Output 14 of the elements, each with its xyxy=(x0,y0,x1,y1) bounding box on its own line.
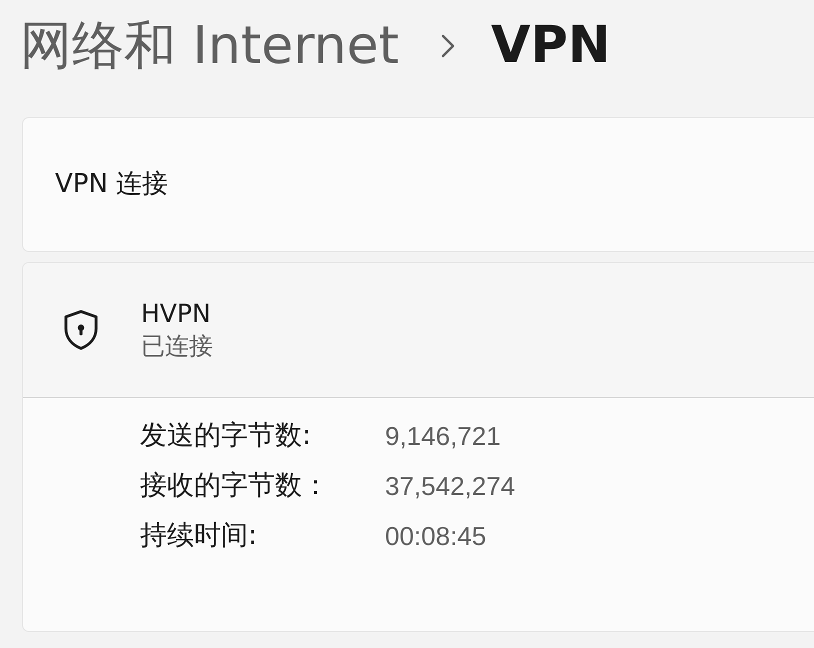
connection-header[interactable]: HVPN 已连接 xyxy=(23,263,814,398)
detail-label: 发送的字节数: xyxy=(140,419,312,453)
connection-status: 已连接 xyxy=(141,331,213,362)
detail-value: 37,542,274 xyxy=(385,470,516,503)
breadcrumb-link[interactable]: 网络和 Internet xyxy=(20,14,400,78)
detail-value: 9,146,721 xyxy=(385,420,501,453)
detail-value: 00:08:45 xyxy=(385,520,486,553)
section-title: VPN 连接 xyxy=(55,168,168,201)
shield-lock-icon xyxy=(63,310,99,350)
detail-label: 接收的字节数： xyxy=(140,469,330,503)
chevron-icon xyxy=(441,34,456,58)
page-title: VPN xyxy=(491,15,611,77)
connection-name: HVPN xyxy=(141,298,212,330)
detail-label: 持续时间: xyxy=(140,519,258,553)
